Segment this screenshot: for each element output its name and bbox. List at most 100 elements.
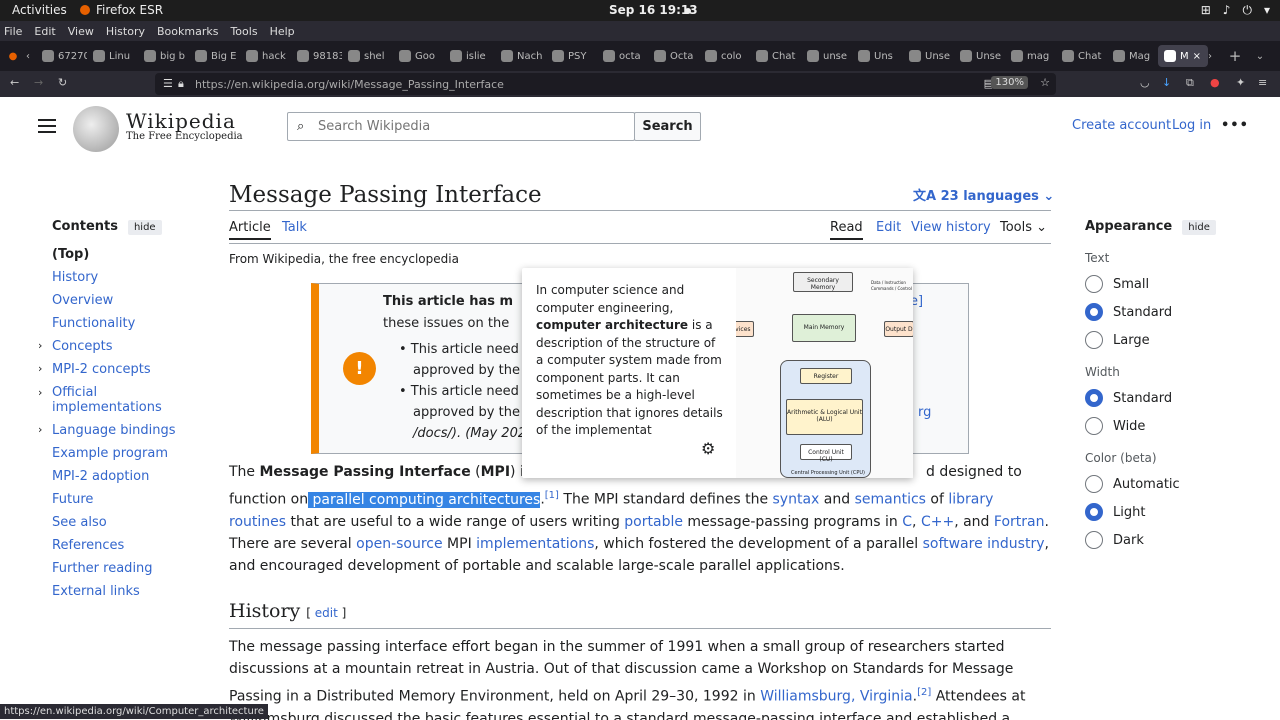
chevron-right-icon[interactable]: › [38, 385, 42, 400]
chevron-right-icon[interactable]: › [38, 362, 42, 375]
radio-icon[interactable] [1085, 275, 1103, 293]
gear-icon[interactable]: ⚙ [701, 439, 715, 458]
extensions-icon[interactable]: ⧉ [1186, 76, 1194, 90]
pocket-icon[interactable]: ◡ [1140, 76, 1150, 89]
radio-color-light[interactable]: Light [1085, 503, 1235, 521]
radio-text-small[interactable]: Small [1085, 275, 1235, 293]
browser-tab[interactable]: Chat [1056, 45, 1107, 67]
reload-icon[interactable]: ↻ [58, 76, 67, 89]
article-link[interactable]: portable [624, 514, 683, 530]
search-box[interactable]: ⌕ [287, 112, 635, 141]
article-link[interactable]: library [948, 492, 993, 508]
citation-link[interactable]: [2] [917, 687, 931, 698]
browser-tab[interactable]: Chat [750, 45, 801, 67]
menu-tools[interactable]: Tools [230, 25, 257, 38]
toc-item[interactable]: Further reading [52, 561, 202, 576]
url-bar[interactable]: ☰ 🔒︎ https://en.wikipedia.org/wiki/Messa… [155, 73, 1056, 95]
close-tab-icon[interactable]: × [1193, 51, 1201, 62]
browser-tab[interactable]: Nach [495, 45, 546, 67]
menu-help[interactable]: Help [270, 25, 295, 38]
browser-tab[interactable]: colo [699, 45, 750, 67]
radio-width-standard[interactable]: Standard [1085, 389, 1235, 407]
article-link[interactable]: routines [229, 514, 286, 530]
article-link[interactable]: open-source [356, 536, 442, 552]
chevron-right-icon[interactable]: › [38, 339, 42, 352]
page-preview-popup[interactable]: In computer science and computer enginee… [522, 268, 913, 478]
back-icon[interactable]: ← [10, 76, 19, 89]
browser-tab[interactable]: octa [597, 45, 648, 67]
appearance-hide-button[interactable]: hide [1182, 220, 1216, 235]
browser-tab[interactable]: hack [240, 45, 291, 67]
system-tray[interactable]: ⊞ ♪ ⏻ ▾ [1201, 3, 1270, 18]
zoom-level[interactable]: 130% [991, 76, 1028, 89]
radio-text-large[interactable]: Large [1085, 331, 1235, 349]
browser-tab[interactable]: Goo [393, 45, 444, 67]
toc-item-expandable[interactable]: › Official implementations [38, 385, 202, 415]
browser-tab-active[interactable]: M × [1158, 45, 1208, 67]
toc-item-expandable[interactable]: › Language bindings [38, 423, 202, 438]
browser-tab[interactable]: Uns [852, 45, 903, 67]
browser-tab[interactable]: Unse [903, 45, 954, 67]
login-link[interactable]: Log in [1172, 118, 1211, 133]
tab-article[interactable]: Article [229, 220, 271, 240]
radio-color-dark[interactable]: Dark [1085, 531, 1235, 549]
menu-edit[interactable]: Edit [34, 25, 55, 38]
activities-button[interactable]: Activities [12, 3, 67, 17]
radio-icon[interactable] [1085, 475, 1103, 493]
toc-hide-button[interactable]: hide [127, 220, 162, 235]
language-button[interactable]: 文A 23 languages ⌄ [913, 185, 1054, 204]
hamburger-menu-icon[interactable]: ≡ [1258, 76, 1267, 89]
browser-tab[interactable]: islie [444, 45, 495, 67]
radio-icon[interactable] [1085, 389, 1103, 407]
toc-item-expandable[interactable]: › Concepts [38, 339, 202, 354]
toc-item[interactable]: Overview [52, 293, 202, 308]
toc-item[interactable]: Functionality [52, 316, 202, 331]
create-account-link[interactable]: Create account [1072, 118, 1171, 133]
toc-item[interactable]: History [52, 270, 202, 285]
toc-item[interactable]: Example program [52, 446, 202, 461]
url-text[interactable]: https://en.wikipedia.org/wiki/Message_Pa… [195, 78, 504, 91]
tab-talk[interactable]: Talk [282, 220, 307, 235]
browser-tab[interactable]: Mag [1107, 45, 1158, 67]
toc-item[interactable]: (Top) [52, 247, 202, 262]
page-info-icon[interactable]: ☰ [163, 77, 173, 90]
tab-scroll-right[interactable]: › [1208, 51, 1220, 62]
tab-edit[interactable]: Edit [876, 220, 901, 235]
section-edit-link[interactable]: [ edit ] [306, 606, 346, 620]
firefox-view-icon[interactable]: ● [0, 51, 26, 62]
browser-tab[interactable]: Unse [954, 45, 1005, 67]
tools-menu[interactable]: Tools ⌄ [1000, 220, 1047, 235]
downloads-icon[interactable]: ↓ [1162, 76, 1171, 89]
wikipedia-globe-logo[interactable] [73, 106, 119, 152]
search-input[interactable] [318, 119, 618, 134]
addon-icon[interactable]: ● [1210, 76, 1220, 89]
wordmark[interactable]: Wikipedia [126, 109, 236, 133]
preview-text[interactable]: In computer science and computer enginee… [536, 282, 724, 438]
toc-item[interactable]: MPI-2 adoption [52, 469, 202, 484]
menu-file[interactable]: File [4, 25, 22, 38]
radio-icon[interactable] [1085, 503, 1103, 521]
article-link[interactable]: Fortran [994, 514, 1045, 530]
browser-tab[interactable]: PSY [546, 45, 597, 67]
selected-link[interactable]: parallel computing architectures [308, 491, 541, 508]
menu-bookmarks[interactable]: Bookmarks [157, 25, 218, 38]
main-menu-icon[interactable] [38, 119, 56, 133]
toc-item[interactable]: External links [52, 584, 202, 599]
list-tabs-icon[interactable]: ⌄ [1250, 51, 1270, 62]
tab-scroll-left[interactable]: ‹ [26, 51, 36, 62]
browser-tab[interactable]: big b [138, 45, 189, 67]
radio-icon[interactable] [1085, 303, 1103, 321]
browser-tab[interactable]: shel [342, 45, 393, 67]
search-button[interactable]: Search [634, 112, 701, 141]
notice-link[interactable]: rg [918, 402, 931, 424]
toc-item[interactable]: See also [52, 515, 202, 530]
radio-color-automatic[interactable]: Automatic [1085, 475, 1235, 493]
more-options-icon[interactable]: ••• [1221, 118, 1249, 133]
chevron-right-icon[interactable]: › [38, 423, 42, 436]
radio-icon[interactable] [1085, 331, 1103, 349]
browser-tab[interactable]: Octa [648, 45, 699, 67]
browser-tab[interactable]: 672706 [36, 45, 87, 67]
article-link[interactable]: software industry [923, 536, 1045, 552]
article-link[interactable]: semantics [855, 492, 926, 508]
article-link[interactable]: C [902, 514, 912, 530]
